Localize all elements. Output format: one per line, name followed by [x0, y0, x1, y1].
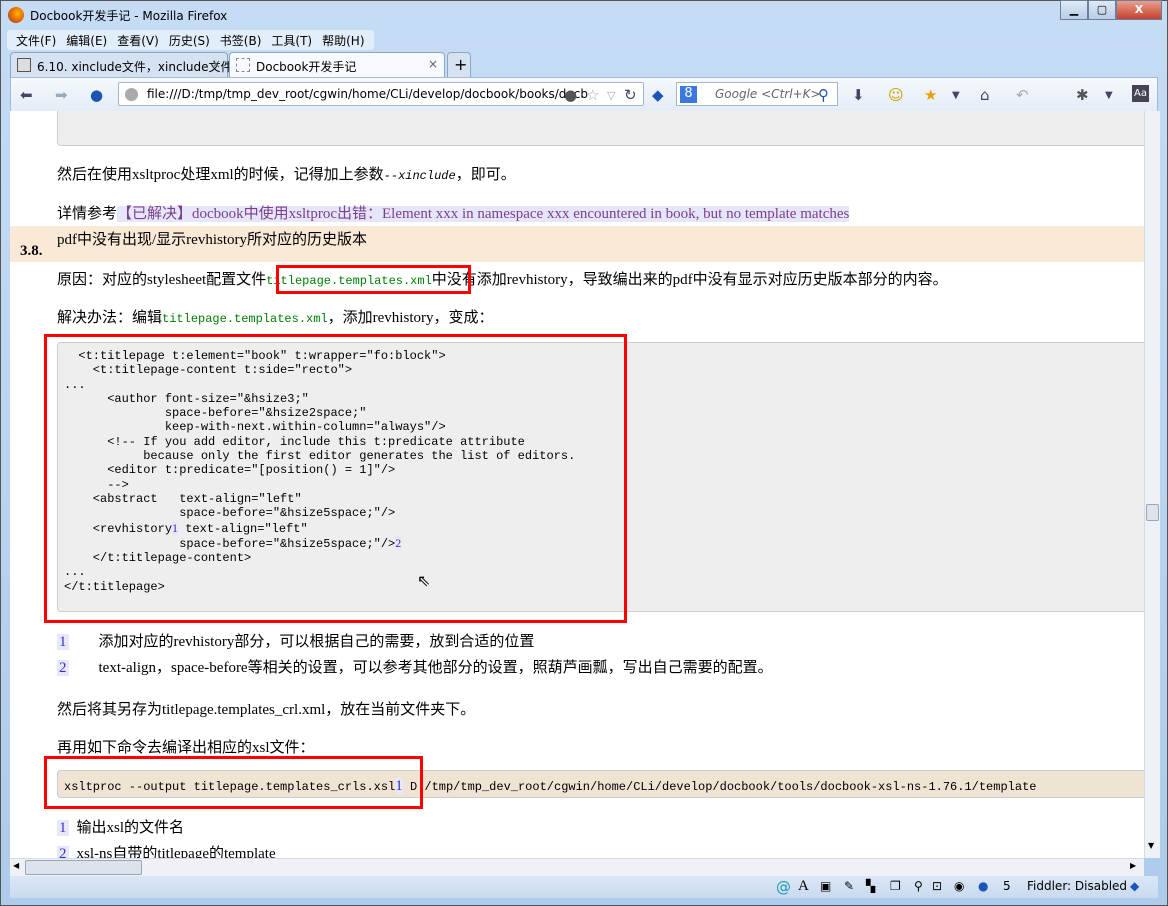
page-favicon-icon	[17, 58, 31, 72]
menu-help[interactable]: 帮助(H)	[317, 30, 369, 50]
paragraph-compile: 再用如下命令去编译出相应的xsl文件：	[57, 740, 315, 756]
forward-icon[interactable]: ➡	[55, 86, 68, 104]
bookmark-star-icon[interactable]: ☆	[586, 86, 599, 104]
star-addon-icon[interactable]: ★	[924, 86, 937, 104]
callout-item: 1 添加对应的revhistory部分，可以根据自己的需要，放到合适的位置	[57, 634, 535, 650]
scroll-down-icon[interactable]: ▼	[1148, 841, 1154, 850]
screenshot-icon[interactable]: ⊡	[932, 879, 942, 893]
windows-icon[interactable]: ❐	[890, 879, 901, 893]
back-icon[interactable]: ⬅	[20, 86, 33, 104]
google-engine-icon[interactable]: 8	[680, 86, 697, 103]
menu-tools[interactable]: 工具(T)	[266, 30, 317, 50]
fiddler-icon[interactable]: ◆	[1130, 879, 1139, 893]
go-icon[interactable]: ●	[564, 86, 577, 104]
vertical-scroll-thumb[interactable]	[1146, 504, 1159, 521]
paragraph-save-as: 然后将其另存为titlepage.templates_crl.xml，放在当前文…	[57, 702, 476, 718]
at-icon[interactable]: @	[776, 878, 791, 896]
count-badge: 5	[1003, 879, 1011, 893]
fiddler-icon[interactable]: ◆	[652, 86, 664, 104]
scroll-left-icon[interactable]: ◀	[13, 861, 19, 870]
font-icon[interactable]: A	[798, 878, 809, 895]
paragraph-reference: 详情参考【已解决】docbook中使用xsltproc出错：Element xx…	[57, 206, 850, 222]
tab-docbook[interactable]: Docbook开发手记 ×	[229, 52, 445, 78]
menu-bookmarks[interactable]: 书签(B)	[215, 30, 267, 50]
reload-icon[interactable]: ↻	[624, 86, 637, 104]
highlight-box	[44, 756, 423, 809]
menu-history[interactable]: 历史(S)	[164, 30, 215, 50]
globe-icon	[125, 88, 138, 101]
addon-icon[interactable]: ☺	[888, 86, 904, 104]
status-bar: @ A ▣ ✎ ▚ ❐ ⚲ ⊡ ◉ ● 5 Fiddler: Disabled …	[10, 876, 1158, 898]
menu-bar: 文件(F) 编辑(E) 查看(V) 历史(S) 书签(B) 工具(T) 帮助(H…	[7, 30, 374, 50]
tab-close-icon[interactable]: ×	[428, 57, 438, 71]
close-button[interactable]: X	[1116, 0, 1162, 20]
media-play-icon[interactable]: ●	[90, 86, 103, 104]
fiddler-status[interactable]: Fiddler: Disabled	[1027, 879, 1127, 893]
paragraph-xinclude: 然后在使用xsltproc处理xml的时候，记得加上参数--xinclude，即…	[57, 167, 516, 183]
tab-xinclude[interactable]: 6.10. xinclude文件，xinclude文件中... ×	[10, 52, 256, 77]
horizontal-scroll-thumb[interactable]	[25, 860, 142, 875]
code-block-previous	[57, 111, 1144, 146]
window-icon[interactable]: ▣	[820, 879, 831, 893]
highlight-box	[276, 265, 471, 294]
callout-item: 1 输出xsl的文件名	[57, 820, 185, 836]
paragraph-solution: 解决办法：编辑titlepage.templates.xml，添加revhist…	[57, 310, 494, 326]
media-icon[interactable]: ●	[978, 879, 988, 893]
window-title: Docbook开发手记 - Mozilla Firefox	[30, 9, 228, 23]
dropdown-icon[interactable]: ▼	[1105, 90, 1113, 101]
vertical-scrollbar[interactable]: ▼	[1144, 111, 1160, 858]
minimize-button[interactable]: ▁	[1060, 0, 1088, 20]
menu-file[interactable]: 文件(F)	[11, 30, 61, 50]
search-input[interactable]: Google <Ctrl+K>	[676, 82, 838, 106]
download-icon[interactable]: ⬇	[852, 86, 865, 104]
search-magnifier-icon[interactable]: ⚲	[818, 86, 829, 104]
glasses-icon[interactable]: ▚	[866, 879, 875, 893]
dropdown-icon[interactable]: ▼	[952, 90, 960, 101]
tab-label: 6.10. xinclude文件，xinclude文件中...	[37, 60, 256, 74]
section-number: 3.8.	[20, 243, 43, 259]
blank-favicon-icon	[236, 58, 250, 72]
brush-icon[interactable]: ✎	[844, 879, 854, 893]
menu-edit[interactable]: 编辑(E)	[61, 30, 112, 50]
callout-item: 2 text-align，space-before等相关的设置，可以参考其他部分的…	[57, 660, 773, 676]
mouse-cursor-icon: ⇖	[417, 571, 431, 590]
scroll-right-icon[interactable]: ▶	[1130, 861, 1136, 870]
maximize-button[interactable]: ▢	[1088, 0, 1116, 20]
search-placeholder: Google <Ctrl+K>	[715, 87, 821, 101]
dropdown-icon[interactable]: ▽	[607, 89, 615, 102]
tab-close-icon[interactable]: ×	[211, 57, 221, 71]
zoom-icon[interactable]: ⚲	[914, 879, 923, 893]
tab-label: Docbook开发手记	[256, 60, 357, 74]
firefox-logo-icon	[8, 7, 24, 23]
highlight-box	[44, 334, 627, 623]
paragraph-reason: 原因：对应的stylesheet配置文件titlepage.templates.…	[57, 272, 948, 288]
section-title: pdf中没有出现/显示revhistory所对应的历史版本	[57, 232, 367, 248]
new-tab-button[interactable]: +	[447, 52, 471, 77]
callout-item: 2 xsl-ns自带的titlepage的template	[57, 842, 276, 858]
home-icon[interactable]: ⌂	[980, 86, 990, 104]
bug-icon[interactable]: ✱	[1076, 86, 1089, 104]
reader-icon[interactable]: Aa	[1132, 85, 1149, 102]
undo-icon[interactable]: ↶	[1016, 86, 1029, 104]
menu-view[interactable]: 查看(V)	[112, 30, 164, 50]
disc-icon[interactable]: ◉	[954, 879, 964, 893]
horizontal-scrollbar[interactable]: ◀ ▶	[10, 858, 1144, 876]
reference-link[interactable]: 【已解决】docbook中使用xsltproc出错：Element xxx in…	[117, 206, 850, 222]
